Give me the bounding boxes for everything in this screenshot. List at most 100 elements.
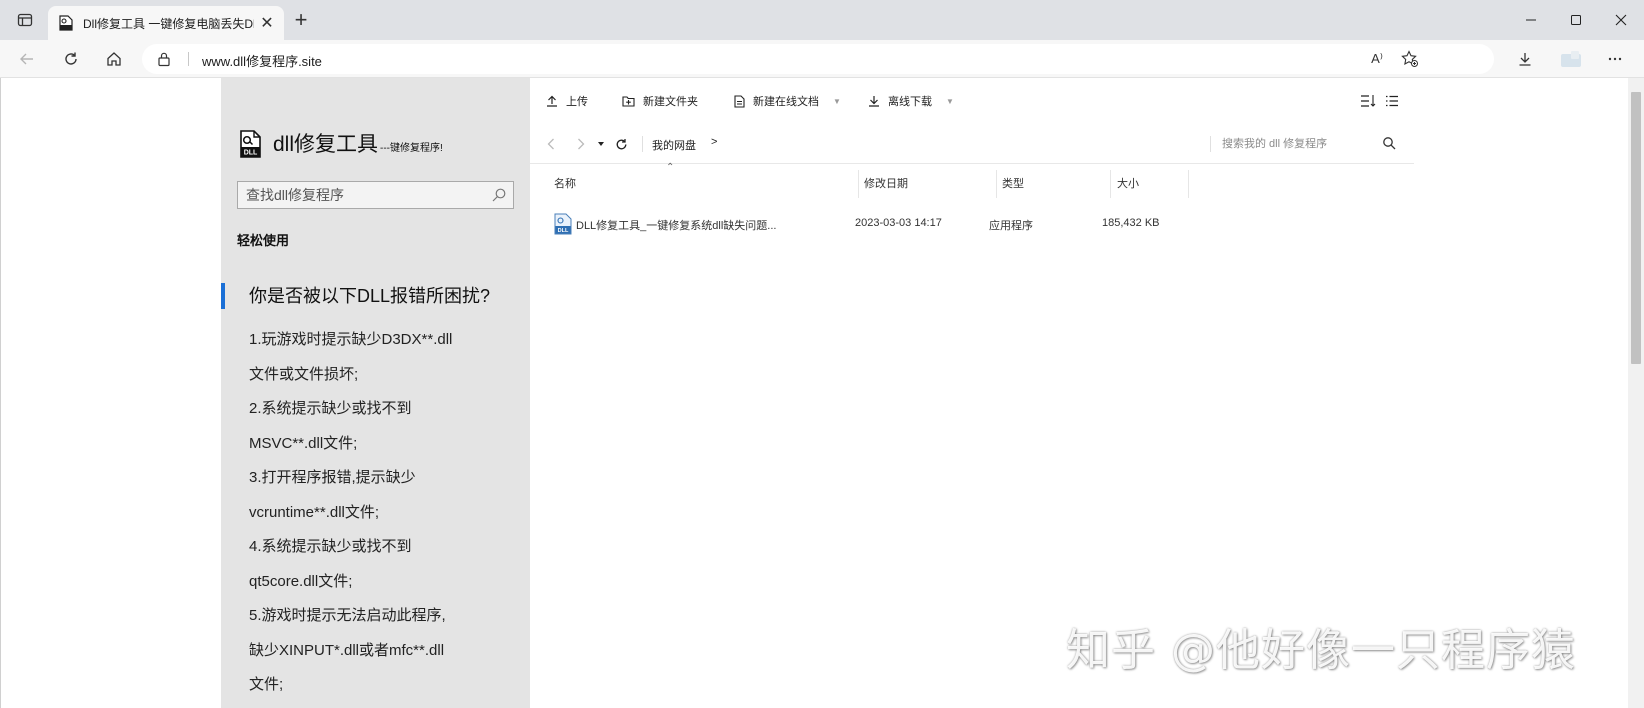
error-list: 1.玩游戏时提示缺少D3DX**.dll 文件或文件损坏; 2.系统提示缺少或找… [249, 323, 519, 703]
list-view-button[interactable] [1381, 91, 1403, 111]
svg-text:DLL: DLL [244, 150, 258, 157]
file-toolbar: 上传 新建文件夹 新建在线文档 ▼ 离线下载 ▼ [530, 78, 1414, 124]
offline-download-button[interactable]: 离线下载 ▼ [868, 91, 954, 111]
new-online-doc-button[interactable]: 新建在线文档 ▼ [734, 91, 841, 111]
download-icon [869, 96, 879, 107]
upload-icon [547, 95, 557, 107]
address-bar[interactable]: www.dll修复程序.site A⁾ [142, 44, 1494, 74]
tab-close-icon[interactable]: ✕ [258, 14, 276, 32]
error-list-line: vcruntime**.dll文件; [249, 503, 380, 521]
list-view-icon [1386, 95, 1398, 107]
chevron-left-icon [547, 138, 554, 150]
error-list-line: qt5core.dll文件; [249, 572, 353, 590]
sidebar-search-box[interactable] [237, 181, 514, 209]
new-folder-button[interactable]: 新建文件夹 [622, 91, 698, 111]
breadcrumb-root[interactable]: 我的网盘 [652, 137, 696, 153]
browser-titlebar: Dll修复工具 一键修复电脑丢失Dl ✕ + [0, 0, 1644, 40]
tab-actions-icon [17, 13, 33, 27]
error-list-line: 4.系统提示缺少或找不到 [249, 538, 412, 555]
file-type: 应用程序 [989, 220, 1033, 232]
file-modified: 2023-03-03 14:17 [855, 217, 942, 229]
file-row[interactable]: DLL DLL修复工具_一键修复系统dll缺失问题... 2023-03-03 … [546, 209, 1406, 239]
column-header-modified[interactable]: 修改日期 [864, 165, 908, 201]
back-button[interactable] [12, 45, 42, 73]
column-divider [1188, 170, 1189, 198]
error-list-line: 2.系统提示缺少或找不到 [249, 400, 412, 417]
extension-icon [1561, 51, 1581, 67]
close-icon [1615, 14, 1627, 26]
nav-refresh-button[interactable] [612, 135, 630, 153]
scrollbar-thumb[interactable] [1631, 92, 1641, 364]
upload-button[interactable]: 上传 [546, 91, 588, 111]
search-icon[interactable] [1382, 136, 1396, 150]
page-edge [0, 78, 1, 708]
section-title: 轻松使用 [237, 233, 290, 248]
nav-forward-button[interactable] [572, 135, 590, 153]
maximize-button[interactable] [1553, 6, 1599, 34]
folder-plus-icon [622, 96, 635, 107]
home-button[interactable] [99, 45, 129, 73]
search-icon[interactable] [491, 187, 507, 203]
browser-tab[interactable]: Dll修复工具 一键修复电脑丢失Dl ✕ [48, 6, 284, 40]
web-page: DLL dll修复工具 ---键修复程序! 轻松使用 你是否被以下DLL报错所困… [0, 78, 1644, 708]
browser-toolbar: www.dll修复程序.site A⁾ [0, 40, 1644, 78]
sidebar-search-input[interactable] [246, 186, 476, 204]
error-list-line: 1.玩游戏时提示缺少D3DX**.dll [249, 331, 453, 348]
column-header-size[interactable]: 大小 [1117, 165, 1139, 201]
watermark-text: 知乎 @他好像一只程序猿 [1066, 625, 1576, 676]
sort-ascending-icon: ⌃ [666, 162, 675, 173]
refresh-icon [616, 138, 626, 149]
extension-button[interactable] [1556, 45, 1586, 73]
brand-name: dll修复工具 [273, 133, 379, 156]
column-header-type[interactable]: 类型 [1002, 165, 1024, 201]
refresh-icon [65, 52, 77, 65]
new-online-doc-label: 新建在线文档 [753, 96, 819, 108]
read-aloud-icon[interactable]: A⁾ [1364, 49, 1390, 69]
new-tab-button[interactable]: + [288, 9, 314, 32]
downloads-button[interactable] [1510, 45, 1540, 73]
left-sidebar: DLL dll修复工具 ---键修复程序! 轻松使用 你是否被以下DLL报错所困… [221, 78, 530, 708]
error-list-line: 文件; [249, 676, 284, 693]
error-list-line: 5.游戏时提示无法启动此程序, [249, 607, 446, 624]
dll-file-icon: DLL [554, 213, 572, 235]
address-url[interactable]: www.dll修复程序.site [202, 51, 322, 70]
caret-down-icon [598, 142, 604, 146]
question-accent-bar [221, 283, 225, 309]
svg-text:DLL: DLL [558, 228, 569, 234]
nav-divider [642, 136, 643, 152]
dll-file-favicon-icon [59, 15, 73, 31]
home-icon [107, 52, 121, 66]
file-navigation-bar: 我的网盘 > [530, 124, 1414, 164]
brand-slogan: ---键修复程序! [380, 143, 443, 154]
sort-button[interactable] [1357, 91, 1379, 111]
breadcrumb-arrow[interactable]: > [711, 136, 717, 148]
add-favorite-icon[interactable] [1397, 49, 1423, 69]
column-divider [996, 170, 997, 198]
lock-icon[interactable] [157, 51, 171, 67]
file-name[interactable]: DLL修复工具_一键修复系统dll缺失问题... [576, 217, 776, 233]
settings-more-button[interactable] [1600, 45, 1630, 73]
more-dots-icon [1608, 57, 1622, 61]
close-window-button[interactable] [1598, 6, 1644, 34]
offline-download-dropdown-icon[interactable]: ▼ [946, 97, 954, 106]
download-icon [1519, 53, 1531, 66]
column-divider [858, 170, 859, 198]
star-plus-icon [1401, 50, 1418, 67]
column-header-name[interactable]: 名称 [554, 165, 576, 201]
new-doc-dropdown-icon[interactable]: ▼ [833, 97, 841, 106]
minimize-icon [1526, 19, 1536, 21]
new-folder-label: 新建文件夹 [643, 96, 698, 108]
maximize-icon [1571, 15, 1581, 25]
brand[interactable]: DLL dll修复工具 ---键修复程序! [239, 130, 443, 158]
file-search-input[interactable] [1222, 136, 1372, 152]
tab-title: Dll修复工具 一键修复电脑丢失Dl [83, 16, 254, 31]
page-scrollbar[interactable] [1628, 78, 1644, 708]
tab-actions-button[interactable] [12, 9, 38, 31]
refresh-button[interactable] [56, 45, 86, 73]
chevron-right-icon [578, 138, 585, 150]
sort-icon [1361, 95, 1376, 107]
minimize-button[interactable] [1508, 6, 1554, 34]
nav-history-dropdown[interactable] [592, 135, 610, 153]
nav-back-button[interactable] [542, 135, 560, 153]
document-icon [734, 94, 745, 108]
